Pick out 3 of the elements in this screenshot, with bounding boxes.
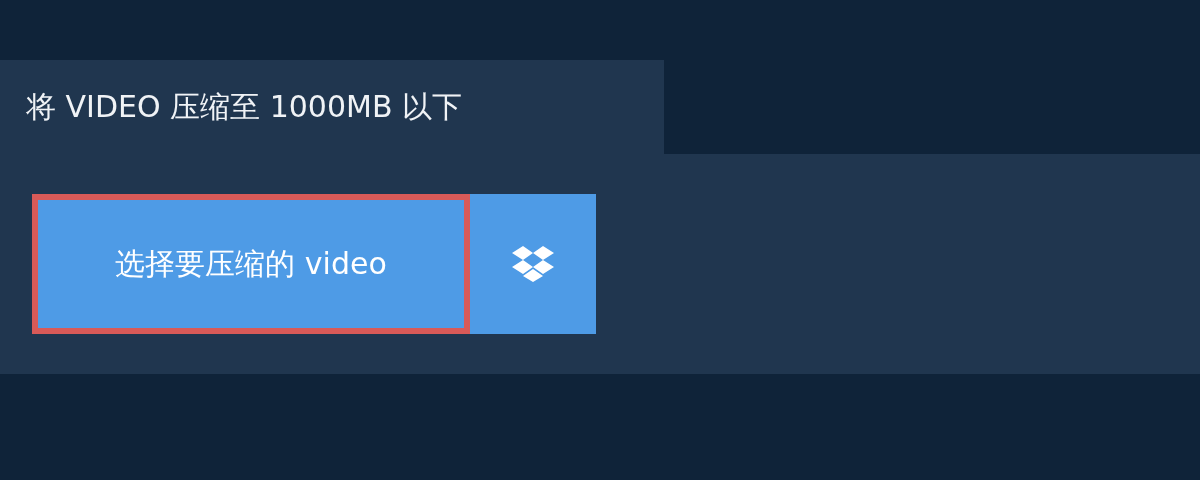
dropbox-button[interactable] — [470, 194, 596, 334]
choose-file-button[interactable]: 选择要压缩的 video — [32, 194, 470, 334]
open-box-icon — [512, 246, 554, 282]
